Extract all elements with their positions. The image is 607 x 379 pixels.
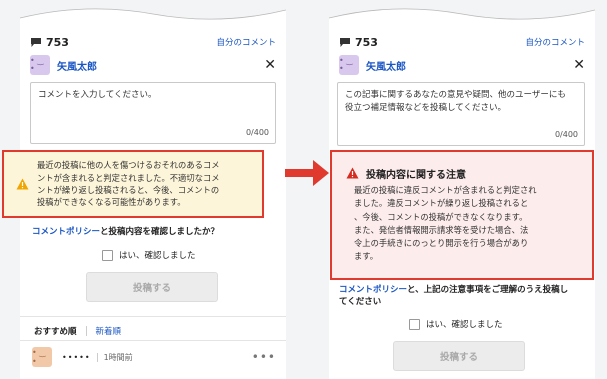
close-icon[interactable]: ✕ <box>264 58 276 72</box>
comment-input-placeholder: コメントを入力してください。 <box>38 90 157 100</box>
user-row: • ‿ • 矢風太郎 ✕ <box>20 52 286 78</box>
confirm-checkbox[interactable] <box>102 249 113 261</box>
comment-input[interactable]: コメントを入力してください。 0/400 <box>30 82 276 144</box>
divider <box>20 316 286 317</box>
comment-input-placeholder: 役立つ補足情報などを投稿してください。 <box>345 102 506 113</box>
comment-count: 753 <box>46 35 69 49</box>
torn-edge <box>329 0 595 20</box>
comment-input-placeholder: この記事に関するあなたの意見や疑問、他のユーザーにも <box>345 90 566 100</box>
notice-title-row: 投稿内容に関する注意 <box>346 164 466 183</box>
policy-instruction: コメントポリシーと、上記の注意事項をご理解のうえ投稿し てください <box>339 285 569 308</box>
avatar: • ‿ • <box>30 55 50 75</box>
confirm-label: はい、確認しました <box>119 251 196 261</box>
notice-banner: 投稿内容に関する注意 最近の投稿に違反コメントが含まれると判定され ました。違反… <box>330 150 594 280</box>
notice-text: 最近の投稿に違反コメントが含まれると判定され ました。違反コメントが繰り返し投稿… <box>354 185 537 262</box>
user-name[interactable]: 矢風太郎 <box>366 58 406 73</box>
avatar: • ‿ • <box>339 55 359 75</box>
comment-header: 753 自分のコメント <box>329 32 595 52</box>
comment-input[interactable]: この記事に関するあなたの意見や疑問、他のユーザーにも 役立つ補足情報などを投稿し… <box>337 82 585 146</box>
tab-newest[interactable]: 新着順 <box>96 325 122 337</box>
submit-button[interactable]: 投稿する <box>86 272 218 302</box>
confirm-label: はい、確認しました <box>426 320 503 330</box>
close-icon[interactable]: ✕ <box>573 58 585 72</box>
my-comments-link[interactable]: 自分のコメント <box>525 36 585 48</box>
confirm-checkbox[interactable] <box>409 318 420 330</box>
comment-count: 753 <box>355 35 378 49</box>
confirm-checkbox-row[interactable]: はい、確認しました <box>409 318 503 330</box>
speech-bubble-icon <box>30 33 42 52</box>
speech-bubble-icon <box>339 33 351 52</box>
my-comments-link[interactable]: 自分のコメント <box>216 36 276 48</box>
list-item: • ‿ • ••••• 1時間前 ••• <box>32 347 276 367</box>
char-counter: 0/400 <box>554 130 578 139</box>
sort-tabs: おすすめ順 新着順 <box>34 325 121 337</box>
user-row: • ‿ • 矢風太郎 ✕ <box>329 52 595 78</box>
comment-time: 1時間前 <box>103 352 133 362</box>
more-options-icon[interactable]: ••• <box>252 350 276 364</box>
right-arrow-icon <box>285 160 329 186</box>
torn-edge <box>20 0 286 20</box>
caution-banner: 最近の投稿に他の人を傷つけるおそれのあるコメ ントが含まれると判定されました。不… <box>2 150 264 218</box>
tab-recommended[interactable]: おすすめ順 <box>34 325 77 337</box>
divider <box>20 340 286 341</box>
comment-header: 753 自分のコメント <box>20 32 286 52</box>
notice-title: 投稿内容に関する注意 <box>366 170 466 181</box>
alert-triangle-icon <box>346 164 359 183</box>
comment-policy-link[interactable]: コメントポリシー <box>32 227 100 237</box>
user-name[interactable]: 矢風太郎 <box>57 58 97 73</box>
submit-button[interactable]: 投稿する <box>393 341 525 371</box>
char-counter: 0/400 <box>245 128 269 137</box>
warning-triangle-icon <box>16 175 29 194</box>
comment-policy-link[interactable]: コメントポリシー <box>339 285 407 295</box>
caution-text: 最近の投稿に他の人を傷つけるおそれのあるコメ ントが含まれると判定されました。不… <box>37 160 220 208</box>
avatar: • ‿ • <box>32 347 52 367</box>
confirm-checkbox-row[interactable]: はい、確認しました <box>102 249 196 261</box>
comment-user-name[interactable]: ••••• <box>62 353 91 362</box>
policy-question: コメントポリシーと投稿内容を確認しましたか？ <box>32 227 220 237</box>
